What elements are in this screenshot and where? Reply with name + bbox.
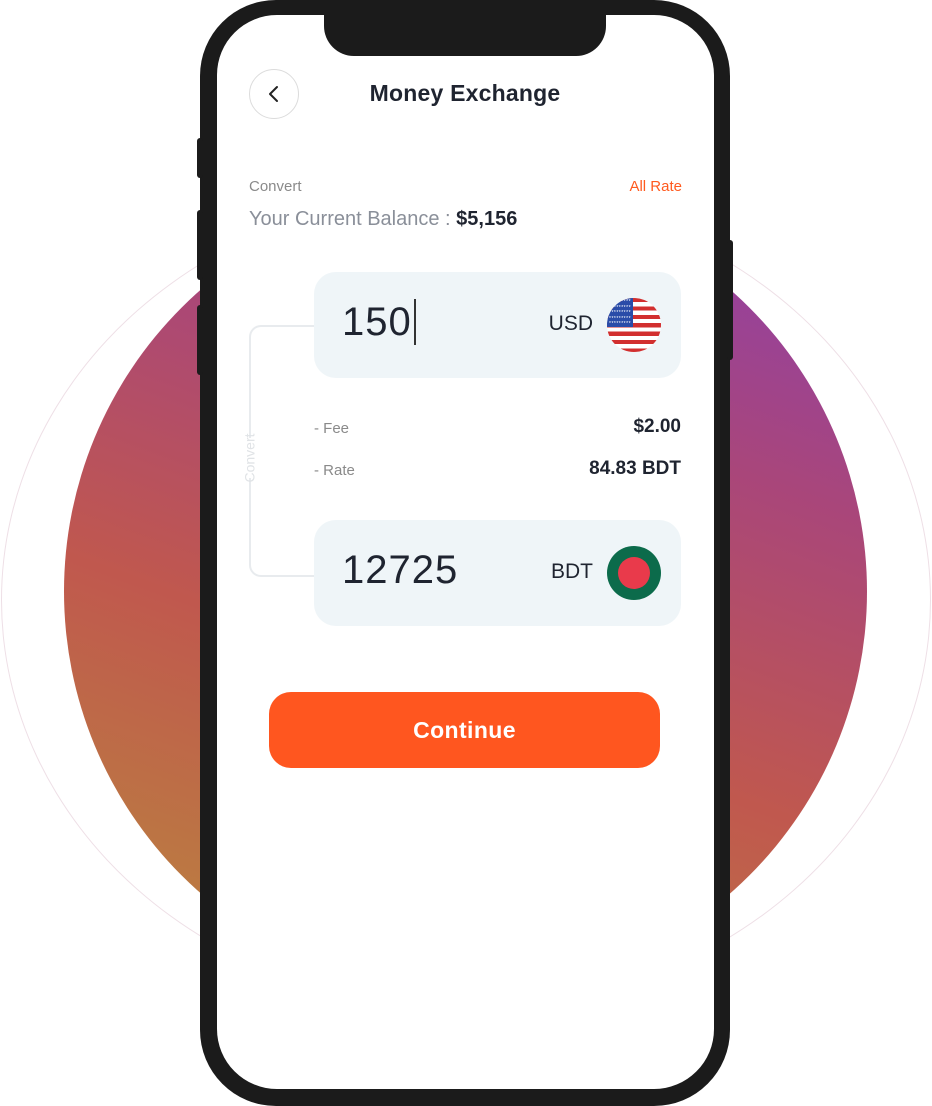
convert-label: Convert	[249, 178, 302, 195]
phone-side-button	[197, 305, 203, 375]
from-amount-card[interactable]: 150 USD ********************************…	[314, 272, 681, 378]
back-button[interactable]	[249, 69, 299, 119]
to-amount-input[interactable]: 12725	[342, 548, 458, 593]
flag-canton: ****************************************…	[607, 298, 633, 327]
phone-notch	[324, 0, 606, 56]
fee-value: $2.00	[633, 416, 681, 437]
page-title: Money Exchange	[369, 80, 561, 106]
to-currency-code[interactable]: BDT	[551, 560, 593, 584]
phone-side-button	[197, 210, 203, 280]
to-amount-value: 12725	[342, 548, 459, 592]
current-balance: Your Current Balance : $5,156	[249, 208, 517, 231]
phone-side-button	[727, 240, 733, 360]
balance-value: $5,156	[456, 208, 518, 230]
continue-button[interactable]: Continue	[269, 692, 660, 768]
chevron-left-icon	[269, 86, 278, 102]
to-amount-card[interactable]: 12725 BDT	[314, 520, 681, 626]
text-caret	[413, 299, 416, 346]
connector-label-text: Convert	[242, 433, 258, 483]
all-rate-link[interactable]: All Rate	[629, 178, 682, 195]
from-amount-input[interactable]: 150	[342, 299, 416, 347]
connector-label: Convert	[232, 433, 268, 483]
from-currency-code[interactable]: USD	[549, 312, 593, 336]
fee-label: - Fee	[314, 420, 350, 437]
from-amount-value: 150	[342, 300, 412, 344]
usa-flag-icon[interactable]: ****************************************…	[607, 298, 661, 352]
rate-label: - Rate	[314, 462, 355, 479]
rate-value: 84.83 BDT	[589, 458, 681, 479]
balance-label: Your Current Balance :	[249, 208, 451, 230]
flag-disc	[618, 557, 650, 589]
bangladesh-flag-icon[interactable]	[607, 546, 661, 600]
phone-side-button	[197, 138, 203, 178]
